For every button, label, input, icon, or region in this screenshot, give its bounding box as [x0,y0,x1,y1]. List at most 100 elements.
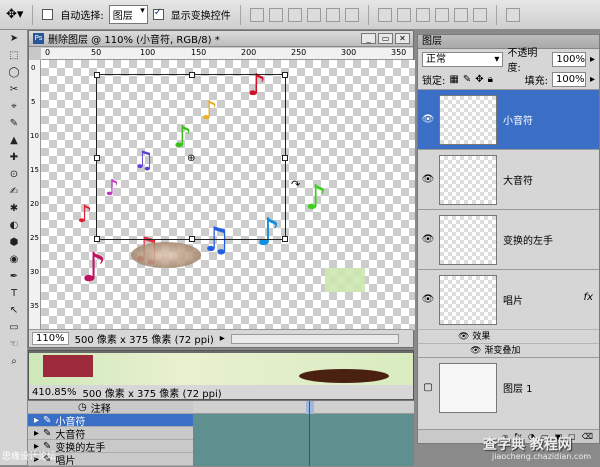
align-right-icon[interactable] [344,7,359,22]
brush-tool-icon[interactable]: ✎ [4,116,24,132]
opacity-field[interactable]: 100% [552,51,586,67]
crop-tool-icon[interactable]: ✂ [4,82,24,98]
transform-handle[interactable] [94,155,100,161]
gradient-tool-icon[interactable]: ✱ [4,201,24,217]
marquee-tool-icon[interactable]: ⬚ [4,48,24,64]
layer-row-transformed-left-hand[interactable]: 👁︎ 变换的左手 [418,209,599,269]
visibility-eye-icon[interactable]: 👁︎ [421,174,435,185]
pen-tool-icon[interactable]: ✒ [4,269,24,285]
playhead[interactable] [306,401,314,414]
align-vcenter-icon[interactable] [268,7,283,22]
fill-arrow-icon[interactable]: ▸ [590,74,595,85]
align-left-icon[interactable] [306,7,321,22]
visibility-eye-icon[interactable]: 👁︎ [421,234,435,245]
move-tool-icon[interactable]: ➤ [4,31,24,47]
music-note-icon: ♪ [81,245,107,291]
document-title: 删除图层 @ 110% (小音符, RGB/8) * [48,35,220,46]
fill-field[interactable]: 100% [551,71,586,87]
distribute-right-icon[interactable] [472,7,487,22]
status-arrow-icon[interactable]: ▸ [220,333,225,344]
move-tool-icon[interactable]: ✥▾ [6,7,23,22]
dodge-tool-icon[interactable]: ◐ [4,218,24,234]
effects-eye-icon[interactable]: 👁︎ [458,332,469,342]
transform-handle[interactable] [94,236,100,242]
layer-row-background[interactable]: ▢ 图层 1 [418,357,599,417]
hand-tool-icon[interactable]: ☜ [4,337,24,353]
lock-pixels-icon[interactable]: ✎ [463,74,471,85]
auto-align-icon[interactable] [505,7,520,22]
divider [367,4,369,25]
stamp-tool-icon[interactable]: ▲ [4,133,24,149]
minimize-icon[interactable]: _ [361,33,376,44]
gradient-overlay-row[interactable]: 👁︎ 渐变叠加 [418,343,599,357]
layer-row-big-notes[interactable]: 👁︎ 大音符 [418,149,599,209]
hand-graphic [325,268,365,292]
transform-handle[interactable] [189,236,195,242]
close-icon[interactable]: ✕ [395,33,410,44]
zoom-field[interactable]: 110% [32,332,69,345]
layer-row-small-notes[interactable]: 👁︎ 小音符 [418,89,599,149]
lasso-tool-icon[interactable]: ◯ [4,65,24,81]
healing-tool-icon[interactable]: ✚ [4,150,24,166]
visibility-eye-icon[interactable]: 👁︎ [421,114,435,125]
history-brush-icon[interactable]: ⊙ [4,167,24,183]
type-tool-icon[interactable]: T [4,286,24,302]
expand-arrow-icon[interactable]: ▸ [34,415,39,426]
transform-handle[interactable] [94,72,100,78]
divider [32,4,34,25]
restore-icon[interactable]: ▭ [378,33,393,44]
lock-transparency-icon[interactable]: ▦ [449,74,458,85]
divider [495,4,497,25]
transform-bounding-box[interactable]: ⊕ [94,72,288,242]
gradient-overlay-label: 渐变叠加 [484,346,521,356]
auto-select-dropdown[interactable]: 图层 [108,5,148,24]
distribute-top-icon[interactable] [377,7,392,22]
effects-row[interactable]: 👁︎ 效果 [418,329,599,343]
auto-select-checkbox[interactable] [42,9,54,20]
visibility-eye-icon[interactable]: ▢ [421,382,435,393]
delete-layer-icon[interactable]: ⌫ [582,430,593,443]
layer-row-record[interactable]: 👁︎ 唱片 fx [418,269,599,329]
transform-handle[interactable] [282,155,288,161]
align-top-icon[interactable] [249,7,264,22]
zoom-tool-icon[interactable]: ⌕ [4,354,24,370]
layer-thumbnail [439,94,497,145]
show-transform-checkbox[interactable] [152,7,164,20]
transform-handle[interactable] [282,72,288,78]
eraser-tool-icon[interactable]: ✍ [4,184,24,200]
horizontal-scrollbar[interactable] [230,333,399,344]
distribute-vcenter-icon[interactable] [396,7,411,22]
layer-name: 小音符 [503,116,533,127]
timeline-track[interactable] [193,401,414,466]
timeline-row-label: 注释 [90,403,111,415]
blend-mode-dropdown[interactable]: 正常 [422,51,504,67]
time-ruler [193,401,414,414]
effect-eye-icon[interactable]: 👁︎ [470,346,481,356]
distribute-left-icon[interactable] [434,7,449,22]
watermark-site-title: 查字典 教程网 [483,437,572,453]
second-document-window: 410.85% 500 像素 x 375 像素 (72 ppi) [28,350,414,400]
opacity-arrow-icon[interactable]: ▸ [590,54,595,65]
canvas[interactable]: ♪ ♪ ♪ ♫ ♪ ♪ ♪ ♪ ♫ ♫ ♪ ⊕ ↷ [41,60,415,330]
layer-thumbnail [439,214,497,265]
slice-tool-icon[interactable]: ⌖ [4,99,24,115]
visibility-eye-icon[interactable]: 👁︎ [421,294,435,305]
fx-icon[interactable]: fx [584,292,593,303]
distribute-hcenter-icon[interactable] [453,7,468,22]
shape-tool-icon[interactable]: ▭ [4,320,24,336]
vinyl-record [131,242,201,268]
blur-tool-icon[interactable]: ◉ [4,252,24,268]
path-select-icon[interactable]: ↖ [4,303,24,319]
align-hcenter-icon[interactable] [325,7,340,22]
lock-all-icon[interactable]: 🔒︎ [488,74,493,85]
zoom-field[interactable]: 410.85% [32,387,77,398]
align-bottom-icon[interactable] [287,7,302,22]
transform-handle[interactable] [282,236,288,242]
sponge-tool-icon[interactable]: ⬢ [4,235,24,251]
expand-arrow-icon[interactable]: ▸ [34,428,39,439]
lock-position-icon[interactable]: ✥ [475,74,483,85]
distribute-bottom-icon[interactable] [415,7,430,22]
stopwatch-icon[interactable]: ◷ [78,402,87,413]
divider [239,4,241,25]
transform-handle[interactable] [189,72,195,78]
